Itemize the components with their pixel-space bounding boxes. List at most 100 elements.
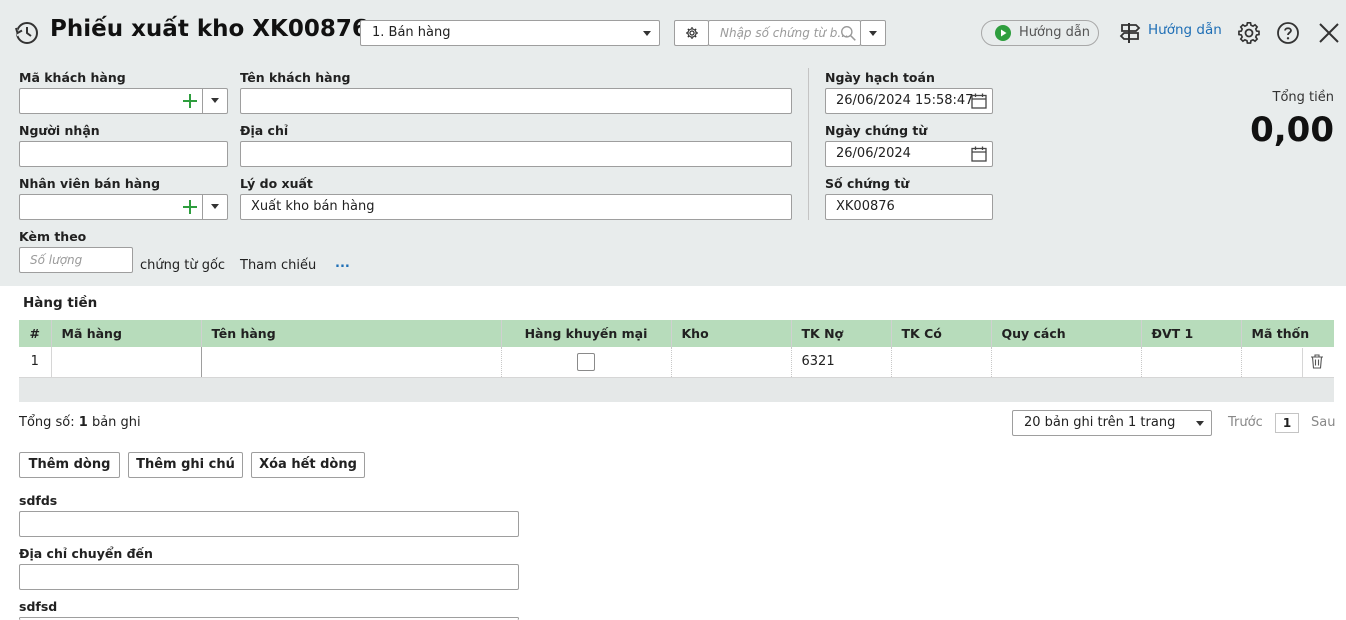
grid-section-title: Hàng tiền (23, 295, 98, 311)
address-label: Địa chỉ (240, 123, 289, 138)
col-item-code[interactable]: Mã hàng (51, 320, 202, 347)
cell-item-code[interactable] (51, 347, 202, 378)
doc-date-input[interactable]: 26/06/2024 (825, 141, 993, 167)
cell-warehouse[interactable] (671, 347, 792, 378)
current-page[interactable]: 1 (1275, 413, 1299, 433)
total-label: Tổng tiền (1272, 90, 1334, 105)
posting-date-label: Ngày hạch toán (825, 70, 935, 85)
reference-more-link[interactable]: ... (335, 256, 350, 271)
promo-checkbox[interactable] (577, 352, 595, 371)
chevron-down-icon (643, 31, 651, 36)
sales-staff-label: Nhân viên bán hàng (19, 176, 161, 191)
table-footer-bar (19, 378, 1334, 402)
add-customer-icon[interactable] (183, 94, 197, 108)
vertical-divider (808, 68, 809, 220)
col-warehouse[interactable]: Kho (671, 320, 792, 347)
settings-icon[interactable] (1237, 21, 1261, 45)
add-row-button[interactable]: Thêm dòng (19, 452, 120, 478)
attach-count-input[interactable]: Số lượng (19, 247, 133, 273)
document-search-input[interactable]: Nhập số chứng từ b... (708, 20, 861, 46)
guide-link[interactable]: Hướng dẫn (1118, 20, 1230, 46)
customer-name-input[interactable] (240, 88, 792, 114)
calendar-icon[interactable] (971, 93, 987, 109)
custom-field-1-input[interactable] (19, 511, 519, 537)
sales-staff-dropdown[interactable] (202, 195, 227, 219)
calendar-icon[interactable] (971, 146, 987, 162)
posting-date-value: 26/06/2024 15:58:47 (836, 93, 974, 108)
trash-icon[interactable] (1310, 354, 1324, 369)
col-unit[interactable]: ĐVT 1 (1141, 320, 1242, 347)
customer-name-label: Tên khách hàng (240, 70, 351, 85)
prev-page-button[interactable]: Trước (1228, 415, 1263, 430)
chevron-down-icon (211, 204, 219, 209)
next-page-button[interactable]: Sau (1311, 415, 1335, 430)
destination-address-input[interactable] (19, 564, 519, 590)
voucher-type-select[interactable]: 1. Bán hàng (360, 20, 660, 46)
search-dropdown-button[interactable] (860, 20, 886, 46)
cell-stock-code[interactable] (1241, 347, 1334, 378)
col-spec[interactable]: Quy cách (991, 320, 1142, 347)
col-stock-code[interactable]: Mã thốn (1241, 320, 1334, 347)
cell-unit[interactable] (1141, 347, 1242, 378)
record-total: Tổng số: 1 bản ghi (19, 415, 141, 430)
page-size-select[interactable]: 20 bản ghi trên 1 trang (1012, 410, 1212, 436)
chevron-down-icon (211, 98, 219, 103)
attach-label: Kèm theo (19, 229, 87, 244)
custom-field-3-label: sdfsd (19, 599, 58, 614)
items-table: # Mã hàng Tên hàng Hàng khuyến mại Kho T… (19, 320, 1334, 378)
gear-icon (686, 27, 698, 39)
doc-no-input[interactable]: XK00876 (825, 194, 993, 220)
total-value: 0,00 (1250, 110, 1334, 150)
search-settings-button[interactable] (674, 20, 709, 46)
receiver-input[interactable] (19, 141, 228, 167)
doc-no-label: Số chứng từ (825, 176, 910, 191)
cell-spec[interactable] (991, 347, 1142, 378)
posting-date-input[interactable]: 26/06/2024 15:58:47 (825, 88, 993, 114)
page-size-value: 20 bản ghi trên 1 trang (1024, 415, 1176, 430)
record-total-suffix: bản ghi (87, 415, 141, 430)
search-placeholder: Nhập số chứng từ b... (720, 26, 849, 40)
table-row[interactable]: 1 6321 (19, 347, 1334, 378)
customer-code-dropdown[interactable] (202, 89, 227, 113)
guide-link-label: Hướng dẫn (1148, 22, 1222, 38)
col-index: # (19, 320, 52, 347)
add-note-button[interactable]: Thêm ghi chú (128, 452, 243, 478)
cell-item-name[interactable] (201, 347, 502, 378)
chevron-down-icon (1196, 421, 1204, 426)
table-header-row: # Mã hàng Tên hàng Hàng khuyến mại Kho T… (19, 320, 1334, 347)
record-total-prefix: Tổng số: (19, 415, 79, 430)
receiver-label: Người nhận (19, 123, 100, 138)
search-icon[interactable] (840, 25, 857, 42)
row-index: 1 (19, 347, 52, 378)
add-staff-icon[interactable] (183, 200, 197, 214)
reason-label: Lý do xuất (240, 176, 313, 191)
delete-all-rows-button[interactable]: Xóa hết dòng (251, 452, 365, 478)
table-vertical-separator (1302, 348, 1303, 377)
col-credit[interactable]: TK Có (891, 320, 992, 347)
col-item-name[interactable]: Tên hàng (201, 320, 502, 347)
close-icon[interactable] (1318, 22, 1340, 44)
cell-debit[interactable]: 6321 (791, 347, 892, 378)
help-icon[interactable] (1276, 21, 1300, 45)
play-icon (995, 25, 1011, 41)
reference-label: Tham chiếu (240, 258, 317, 273)
chevron-down-icon (869, 31, 877, 36)
doc-date-label: Ngày chứng từ (825, 123, 928, 138)
cell-promo[interactable] (501, 347, 672, 378)
col-promo[interactable]: Hàng khuyến mại (501, 320, 672, 347)
address-input[interactable] (240, 141, 792, 167)
video-guide-button[interactable]: Hướng dẫn (981, 20, 1099, 46)
history-icon[interactable] (14, 20, 40, 46)
doc-date-value: 26/06/2024 (836, 146, 911, 161)
record-total-count: 1 (78, 415, 88, 430)
col-debit[interactable]: TK Nợ (791, 320, 892, 347)
customer-code-label: Mã khách hàng (19, 70, 126, 85)
attach-count-placeholder: Số lượng (30, 253, 83, 267)
attach-suffix: chứng từ gốc (140, 258, 226, 273)
page-title: Phiếu xuất kho XK00876 (50, 16, 368, 42)
signpost-icon (1119, 23, 1141, 43)
reason-input[interactable]: Xuất kho bán hàng (240, 194, 792, 220)
voucher-type-value: 1. Bán hàng (372, 25, 451, 40)
cell-credit[interactable] (891, 347, 992, 378)
custom-field-1-label: sdfds (19, 493, 58, 508)
